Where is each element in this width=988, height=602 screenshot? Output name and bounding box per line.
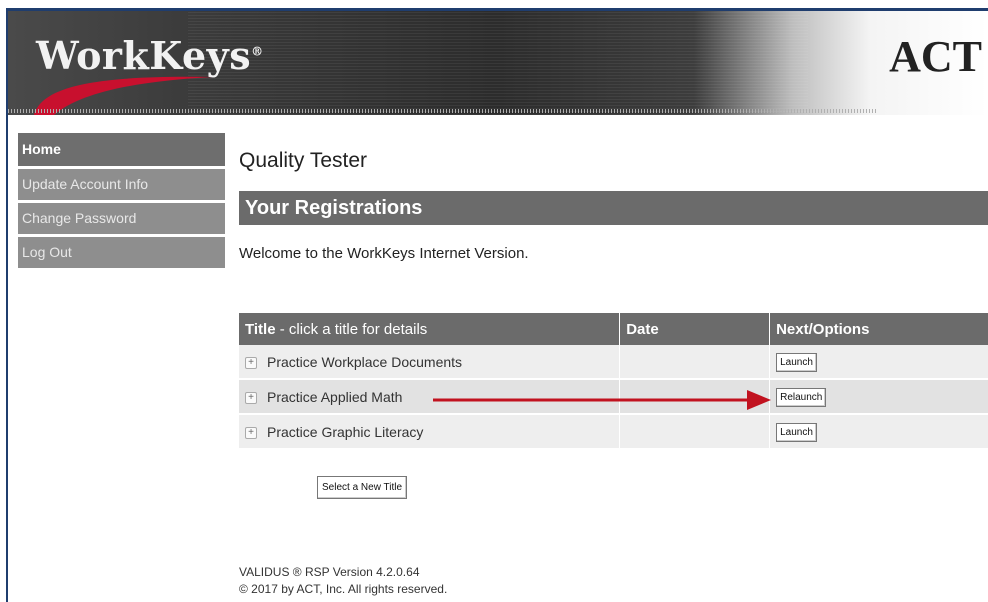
relaunch-button[interactable]: Relaunch bbox=[776, 387, 827, 407]
sidebar-item-update-account-info[interactable]: Update Account Info bbox=[18, 169, 225, 200]
table-header-row: Title - click a title for details Date N… bbox=[239, 313, 988, 345]
date-cell bbox=[619, 345, 771, 380]
column-header-title-label: Title bbox=[245, 320, 276, 338]
column-header-title: Title - click a title for details bbox=[239, 313, 621, 345]
section-header-registrations: Your Registrations bbox=[239, 191, 988, 225]
header-banner: WorkKeys® ACT bbox=[8, 11, 988, 115]
table-row: + Practice Workplace Documents Launch bbox=[239, 345, 988, 380]
sidebar-item-change-password[interactable]: Change Password bbox=[18, 203, 225, 234]
copyright-text: © 2017 by ACT, Inc. All rights reserved. bbox=[239, 582, 448, 596]
logo-registered-mark: ® bbox=[251, 44, 264, 59]
options-cell: Launch bbox=[769, 414, 988, 450]
banner-texture bbox=[188, 11, 808, 115]
sidebar-nav: Home Update Account Info Change Password… bbox=[18, 133, 225, 271]
red-arrow-annotation-icon bbox=[433, 390, 771, 410]
expand-plus-icon[interactable]: + bbox=[245, 391, 257, 404]
registration-title[interactable]: Practice Workplace Documents bbox=[267, 354, 462, 370]
expand-plus-icon[interactable]: + bbox=[245, 426, 257, 439]
app-frame: WorkKeys® ACT Home Update Account Info C… bbox=[6, 8, 988, 602]
footer: VALIDUS ® RSP Version 4.2.0.64 © 2017 by… bbox=[239, 564, 447, 598]
title-cell[interactable]: + Practice Workplace Documents bbox=[239, 345, 621, 380]
act-logo: ACT bbox=[889, 32, 982, 81]
date-cell bbox=[619, 414, 771, 450]
user-name-title: Quality Tester bbox=[239, 149, 367, 172]
sidebar-item-home[interactable]: Home bbox=[18, 133, 225, 166]
select-new-title-button[interactable]: Select a New Title bbox=[317, 476, 408, 499]
launch-button[interactable]: Launch bbox=[776, 352, 817, 372]
registration-title[interactable]: Practice Graphic Literacy bbox=[267, 424, 423, 440]
table-row: + Practice Graphic Literacy Launch bbox=[239, 414, 988, 450]
version-text: VALIDUS ® RSP Version 4.2.0.64 bbox=[239, 565, 420, 579]
expand-plus-icon[interactable]: + bbox=[245, 356, 257, 369]
launch-button[interactable]: Launch bbox=[776, 422, 817, 442]
column-header-title-note: - click a title for details bbox=[275, 320, 428, 338]
title-cell[interactable]: + Practice Graphic Literacy bbox=[239, 414, 621, 450]
column-header-date: Date bbox=[619, 313, 771, 345]
column-header-options: Next/Options bbox=[769, 313, 988, 345]
sidebar-item-log-out[interactable]: Log Out bbox=[18, 237, 225, 268]
registration-title[interactable]: Practice Applied Math bbox=[267, 389, 402, 405]
main-content: Quality Tester Your Registrations Welcom… bbox=[239, 133, 988, 596]
registrations-table: Title - click a title for details Date N… bbox=[239, 313, 988, 450]
options-cell: Relaunch bbox=[769, 379, 988, 415]
banner-dotted-line bbox=[8, 109, 878, 113]
options-cell: Launch bbox=[769, 345, 988, 380]
welcome-text: Welcome to the WorkKeys Internet Version… bbox=[239, 245, 529, 262]
